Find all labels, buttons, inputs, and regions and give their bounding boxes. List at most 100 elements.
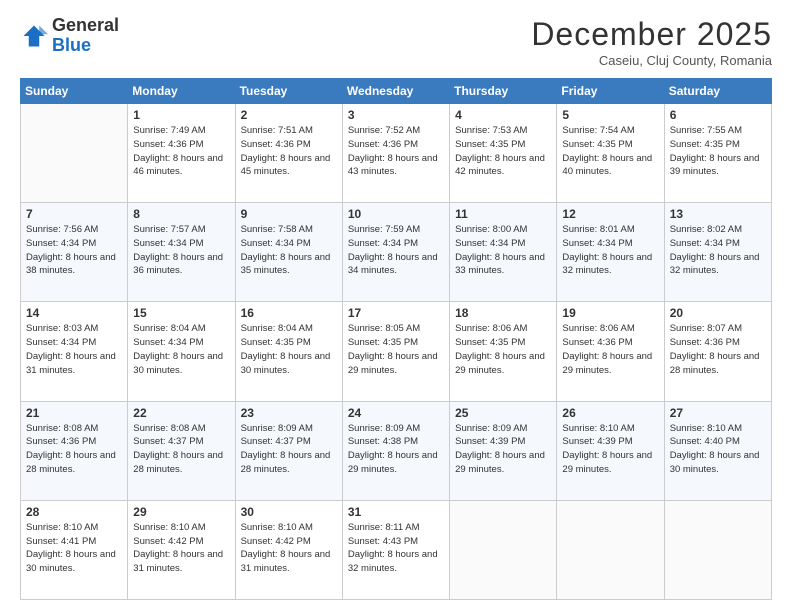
day-number: 14 xyxy=(26,306,122,320)
day-info: Sunrise: 8:08 AMSunset: 4:37 PMDaylight:… xyxy=(133,422,229,477)
calendar-cell: 19Sunrise: 8:06 AMSunset: 4:36 PMDayligh… xyxy=(557,302,664,401)
day-info: Sunrise: 7:52 AMSunset: 4:36 PMDaylight:… xyxy=(348,124,444,179)
calendar-cell: 16Sunrise: 8:04 AMSunset: 4:35 PMDayligh… xyxy=(235,302,342,401)
day-number: 20 xyxy=(670,306,766,320)
day-number: 25 xyxy=(455,406,551,420)
weekday-header-wednesday: Wednesday xyxy=(342,79,449,104)
day-info: Sunrise: 8:10 AMSunset: 4:42 PMDaylight:… xyxy=(241,521,337,576)
calendar-cell xyxy=(21,104,128,203)
page-header: General Blue December 2025 Caseiu, Cluj … xyxy=(20,16,772,68)
location-subtitle: Caseiu, Cluj County, Romania xyxy=(531,53,772,68)
day-number: 12 xyxy=(562,207,658,221)
day-info: Sunrise: 7:59 AMSunset: 4:34 PMDaylight:… xyxy=(348,223,444,278)
calendar-cell: 29 Sunrise: 8:10 AMSunset: 4:42 PMDayligh… xyxy=(128,500,235,599)
weekday-header-row: SundayMondayTuesdayWednesdayThursdayFrid… xyxy=(21,79,772,104)
day-number: 6 xyxy=(670,108,766,122)
day-number: 27 xyxy=(670,406,766,420)
day-info: Sunrise: 8:09 AMSunset: 4:38 PMDaylight:… xyxy=(348,422,444,477)
logo: General Blue xyxy=(20,16,119,56)
calendar-cell: 3 Sunrise: 7:52 AMSunset: 4:36 PMDaylight… xyxy=(342,104,449,203)
calendar-cell: 9Sunrise: 7:58 AMSunset: 4:34 PMDaylight… xyxy=(235,203,342,302)
calendar-cell xyxy=(664,500,771,599)
day-info: Sunrise: 8:09 AMSunset: 4:37 PMDaylight:… xyxy=(241,422,337,477)
calendar-cell: 2 Sunrise: 7:51 AMSunset: 4:36 PMDaylight… xyxy=(235,104,342,203)
calendar-cell: 12 Sunrise: 8:01 AMSunset: 4:34 PMDayligh… xyxy=(557,203,664,302)
calendar-cell: 23Sunrise: 8:09 AMSunset: 4:37 PMDayligh… xyxy=(235,401,342,500)
day-number: 22 xyxy=(133,406,229,420)
day-info: Sunrise: 8:10 AMSunset: 4:42 PMDaylight:… xyxy=(133,521,229,576)
calendar-cell: 10 Sunrise: 7:59 AMSunset: 4:34 PMDayligh… xyxy=(342,203,449,302)
calendar-cell: 18 Sunrise: 8:06 AMSunset: 4:35 PMDayligh… xyxy=(450,302,557,401)
day-number: 15 xyxy=(133,306,229,320)
day-number: 29 xyxy=(133,505,229,519)
month-title: December 2025 xyxy=(531,16,772,53)
calendar-cell: 21Sunrise: 8:08 AMSunset: 4:36 PMDayligh… xyxy=(21,401,128,500)
day-info: Sunrise: 7:53 AMSunset: 4:35 PMDaylight:… xyxy=(455,124,551,179)
logo-general-text: General xyxy=(52,15,119,35)
title-block: December 2025 Caseiu, Cluj County, Roman… xyxy=(531,16,772,68)
calendar-cell xyxy=(450,500,557,599)
calendar-week-row: 28Sunrise: 8:10 AMSunset: 4:41 PMDayligh… xyxy=(21,500,772,599)
day-info: Sunrise: 7:54 AMSunset: 4:35 PMDaylight:… xyxy=(562,124,658,179)
weekday-header-saturday: Saturday xyxy=(664,79,771,104)
calendar-cell: 24 Sunrise: 8:09 AMSunset: 4:38 PMDayligh… xyxy=(342,401,449,500)
calendar-cell: 14Sunrise: 8:03 AMSunset: 4:34 PMDayligh… xyxy=(21,302,128,401)
day-info: Sunrise: 7:49 AMSunset: 4:36 PMDaylight:… xyxy=(133,124,229,179)
day-number: 4 xyxy=(455,108,551,122)
day-number: 21 xyxy=(26,406,122,420)
day-number: 1 xyxy=(133,108,229,122)
day-info: Sunrise: 7:55 AMSunset: 4:35 PMDaylight:… xyxy=(670,124,766,179)
calendar-week-row: 14Sunrise: 8:03 AMSunset: 4:34 PMDayligh… xyxy=(21,302,772,401)
weekday-header-sunday: Sunday xyxy=(21,79,128,104)
calendar-cell: 15Sunrise: 8:04 AMSunset: 4:34 PMDayligh… xyxy=(128,302,235,401)
weekday-header-monday: Monday xyxy=(128,79,235,104)
day-number: 31 xyxy=(348,505,444,519)
day-info: Sunrise: 8:10 AMSunset: 4:40 PMDaylight:… xyxy=(670,422,766,477)
day-info: Sunrise: 8:10 AMSunset: 4:39 PMDaylight:… xyxy=(562,422,658,477)
day-info: Sunrise: 8:04 AMSunset: 4:35 PMDaylight:… xyxy=(241,322,337,377)
day-info: Sunrise: 7:51 AMSunset: 4:36 PMDaylight:… xyxy=(241,124,337,179)
calendar-table: SundayMondayTuesdayWednesdayThursdayFrid… xyxy=(20,78,772,600)
calendar-cell: 25 Sunrise: 8:09 AMSunset: 4:39 PMDayligh… xyxy=(450,401,557,500)
logo-blue-text: Blue xyxy=(52,35,91,55)
day-number: 2 xyxy=(241,108,337,122)
day-number: 3 xyxy=(348,108,444,122)
calendar-cell: 17 Sunrise: 8:05 AMSunset: 4:35 PMDayligh… xyxy=(342,302,449,401)
weekday-header-thursday: Thursday xyxy=(450,79,557,104)
day-number: 10 xyxy=(348,207,444,221)
calendar-cell: 13 Sunrise: 8:02 AMSunset: 4:34 PMDayligh… xyxy=(664,203,771,302)
calendar-cell: 7Sunrise: 7:56 AMSunset: 4:34 PMDaylight… xyxy=(21,203,128,302)
logo-icon xyxy=(20,22,48,50)
day-number: 24 xyxy=(348,406,444,420)
day-number: 17 xyxy=(348,306,444,320)
day-info: Sunrise: 7:58 AMSunset: 4:34 PMDaylight:… xyxy=(241,223,337,278)
day-info: Sunrise: 8:09 AMSunset: 4:39 PMDaylight:… xyxy=(455,422,551,477)
weekday-header-tuesday: Tuesday xyxy=(235,79,342,104)
calendar-cell: 26 Sunrise: 8:10 AMSunset: 4:39 PMDayligh… xyxy=(557,401,664,500)
day-info: Sunrise: 7:57 AMSunset: 4:34 PMDaylight:… xyxy=(133,223,229,278)
day-info: Sunrise: 8:02 AMSunset: 4:34 PMDaylight:… xyxy=(670,223,766,278)
day-number: 28 xyxy=(26,505,122,519)
day-number: 11 xyxy=(455,207,551,221)
day-number: 19 xyxy=(562,306,658,320)
day-number: 18 xyxy=(455,306,551,320)
day-info: Sunrise: 8:00 AMSunset: 4:34 PMDaylight:… xyxy=(455,223,551,278)
day-number: 26 xyxy=(562,406,658,420)
calendar-cell xyxy=(557,500,664,599)
day-info: Sunrise: 8:06 AMSunset: 4:35 PMDaylight:… xyxy=(455,322,551,377)
calendar-cell: 11 Sunrise: 8:00 AMSunset: 4:34 PMDayligh… xyxy=(450,203,557,302)
calendar-week-row: 1 Sunrise: 7:49 AMSunset: 4:36 PMDaylight… xyxy=(21,104,772,203)
day-number: 8 xyxy=(133,207,229,221)
weekday-header-friday: Friday xyxy=(557,79,664,104)
calendar-week-row: 7Sunrise: 7:56 AMSunset: 4:34 PMDaylight… xyxy=(21,203,772,302)
calendar-cell: 20Sunrise: 8:07 AMSunset: 4:36 PMDayligh… xyxy=(664,302,771,401)
day-info: Sunrise: 8:01 AMSunset: 4:34 PMDaylight:… xyxy=(562,223,658,278)
calendar-cell: 27 Sunrise: 8:10 AMSunset: 4:40 PMDayligh… xyxy=(664,401,771,500)
calendar-cell: 31Sunrise: 8:11 AMSunset: 4:43 PMDayligh… xyxy=(342,500,449,599)
calendar-cell: 30Sunrise: 8:10 AMSunset: 4:42 PMDayligh… xyxy=(235,500,342,599)
calendar-cell: 22 Sunrise: 8:08 AMSunset: 4:37 PMDayligh… xyxy=(128,401,235,500)
day-number: 13 xyxy=(670,207,766,221)
calendar-cell: 6 Sunrise: 7:55 AMSunset: 4:35 PMDaylight… xyxy=(664,104,771,203)
day-info: Sunrise: 8:05 AMSunset: 4:35 PMDaylight:… xyxy=(348,322,444,377)
calendar-page: General Blue December 2025 Caseiu, Cluj … xyxy=(0,0,792,612)
